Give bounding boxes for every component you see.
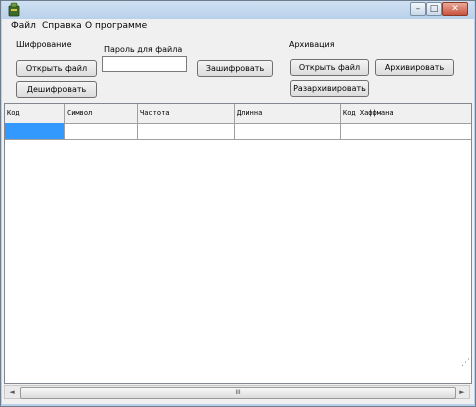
data-grid: Код Символ Частота Длинна Код Хаффмана: [4, 103, 472, 384]
unarchive-button[interactable]: Разархивировать: [290, 80, 369, 97]
close-button[interactable]: ✕: [442, 2, 468, 16]
table-cell[interactable]: [65, 123, 138, 139]
resize-grip-icon[interactable]: ⋰: [461, 358, 471, 368]
password-input[interactable]: [102, 56, 187, 72]
password-label: Пароль для файла: [104, 45, 183, 54]
decrypt-button[interactable]: Дешифровать: [16, 81, 97, 98]
table-cell[interactable]: [138, 123, 235, 139]
horizontal-scrollbar[interactable]: ◄ III ►: [4, 385, 470, 399]
table-cell[interactable]: [235, 123, 341, 139]
minimize-button[interactable]: –: [410, 2, 426, 16]
main-window: – □ ✕ Файл Справка О программе Шифровани…: [0, 0, 476, 407]
scroll-thumb[interactable]: III: [20, 387, 456, 399]
menu-help[interactable]: Справка: [42, 19, 82, 33]
app-icon: [8, 2, 20, 17]
table-cell[interactable]: [341, 123, 471, 139]
menu-bar: Файл Справка О программе: [2, 19, 474, 33]
maximize-button[interactable]: □: [426, 2, 442, 16]
table-cell[interactable]: [5, 123, 65, 139]
column-header-symbol[interactable]: Символ: [65, 104, 138, 123]
archive-group-label: Архивация: [289, 40, 335, 49]
column-header-frequency[interactable]: Частота: [138, 104, 235, 123]
title-bar[interactable]: – □ ✕: [2, 1, 474, 19]
encrypt-button[interactable]: Зашифровать: [197, 60, 273, 77]
encryption-open-file-button[interactable]: Открыть файл: [16, 60, 97, 77]
menu-file[interactable]: Файл: [11, 19, 36, 33]
encryption-group-label: Шифрование: [16, 40, 72, 49]
column-header-code[interactable]: Код: [5, 104, 65, 123]
table-row[interactable]: [5, 123, 471, 140]
scroll-left-icon[interactable]: ◄: [5, 386, 19, 398]
scroll-right-icon[interactable]: ►: [455, 386, 469, 398]
archive-button[interactable]: Архивировать: [375, 59, 454, 76]
column-header-length[interactable]: Длинна: [235, 104, 341, 123]
menu-about[interactable]: О программе: [85, 19, 147, 33]
grid-header: Код Символ Частота Длинна Код Хаффмана: [5, 104, 471, 124]
client-area: Шифрование Пароль для файла Открыть файл…: [2, 33, 474, 404]
column-header-huffman-code[interactable]: Код Хаффмана: [341, 104, 471, 123]
archive-open-file-button[interactable]: Открыть файл: [290, 59, 369, 76]
